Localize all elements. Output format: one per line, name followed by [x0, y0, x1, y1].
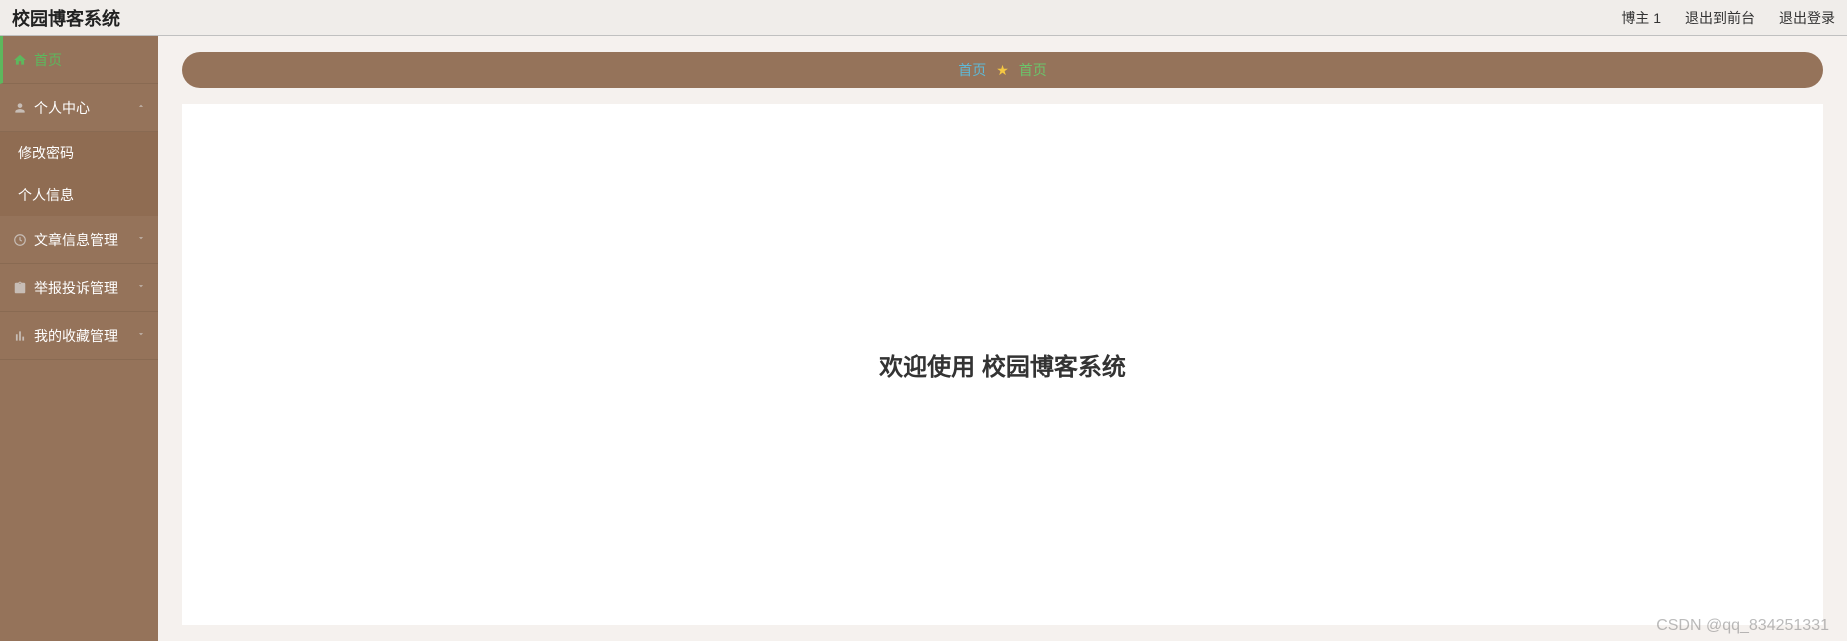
- main-content: 首页 ★ 首页 欢迎使用 校园博客系统: [158, 36, 1847, 641]
- header-right: 博主 1 退出到前台 退出登录: [1621, 8, 1835, 28]
- chevron-down-icon: [136, 281, 146, 294]
- sidebar-item-home[interactable]: 首页: [0, 36, 158, 84]
- user-icon: [12, 100, 28, 116]
- breadcrumb-home[interactable]: 首页: [958, 60, 986, 80]
- body-container: 首页 个人中心 修改密码 个人信息 文章信息管理: [0, 36, 1847, 641]
- user-label[interactable]: 博主 1: [1621, 8, 1661, 28]
- sidebar-item-personal[interactable]: 个人中心: [0, 84, 158, 132]
- sidebar-item-label: 举报投诉管理: [34, 278, 118, 298]
- welcome-message: 欢迎使用 校园博客系统: [879, 347, 1126, 382]
- clock-icon: [12, 232, 28, 248]
- sidebar-item-report[interactable]: 举报投诉管理: [0, 264, 158, 312]
- chart-icon: [12, 328, 28, 344]
- star-icon: ★: [996, 62, 1009, 79]
- sidebar-item-label: 文章信息管理: [34, 230, 118, 250]
- exit-front-link[interactable]: 退出到前台: [1685, 8, 1755, 28]
- sidebar-subitem-label: 个人信息: [18, 185, 74, 205]
- chevron-down-icon: [136, 329, 146, 342]
- logout-link[interactable]: 退出登录: [1779, 8, 1835, 28]
- clipboard-icon: [12, 280, 28, 296]
- sidebar: 首页 个人中心 修改密码 个人信息 文章信息管理: [0, 36, 158, 641]
- app-title: 校园博客系统: [12, 5, 120, 31]
- sidebar-subitem-profile[interactable]: 个人信息: [0, 174, 158, 216]
- header: 校园博客系统 博主 1 退出到前台 退出登录: [0, 0, 1847, 36]
- sidebar-subitem-label: 修改密码: [18, 143, 74, 163]
- sidebar-subitem-password[interactable]: 修改密码: [0, 132, 158, 174]
- chevron-down-icon: [136, 233, 146, 246]
- sidebar-item-label: 我的收藏管理: [34, 326, 118, 346]
- breadcrumb-current: 首页: [1019, 60, 1047, 80]
- content-panel: 欢迎使用 校园博客系统: [182, 104, 1823, 625]
- sidebar-item-article[interactable]: 文章信息管理: [0, 216, 158, 264]
- sidebar-item-label: 首页: [34, 50, 62, 70]
- breadcrumb: 首页 ★ 首页: [182, 52, 1823, 88]
- sidebar-item-favorites[interactable]: 我的收藏管理: [0, 312, 158, 360]
- chevron-up-icon: [136, 101, 146, 114]
- home-icon: [12, 52, 28, 68]
- sidebar-item-label: 个人中心: [34, 98, 90, 118]
